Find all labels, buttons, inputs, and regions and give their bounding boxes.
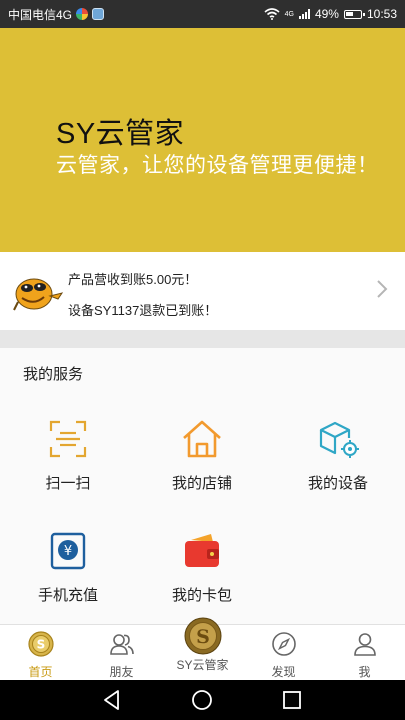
tab-sy[interactable]: S SY云管家: [162, 617, 243, 681]
service-label: 手机充值: [37, 587, 98, 604]
chevron-right-icon[interactable]: [375, 279, 389, 299]
tab-label: SY云管家: [176, 658, 229, 672]
service-label: 我的卡包: [171, 587, 232, 604]
services-section: 我的服务 扫一扫 我的店铺 我的设备 ¥ 手机充值 我的卡包: [0, 348, 405, 624]
clock: 10:53: [366, 7, 397, 21]
recents-icon[interactable]: [280, 688, 304, 712]
carrier-label: 中国电信4G: [8, 7, 73, 22]
bottom-tab-bar: S 首页 朋友 S SY云管家 发现 我: [0, 617, 405, 681]
network-type-label: 4G: [284, 11, 294, 18]
tab-label: 发现: [271, 665, 296, 679]
tab-me[interactable]: 我: [324, 625, 405, 681]
tab-discover[interactable]: 发现: [243, 625, 324, 681]
scan-icon: [49, 420, 87, 458]
tab-friends[interactable]: 朋友: [81, 625, 162, 681]
tab-home[interactable]: S 首页: [0, 625, 81, 681]
notice-line-income: 产品营收到账5.00元！: [68, 272, 198, 287]
services-title: 我的服务: [23, 366, 84, 383]
back-icon[interactable]: [100, 688, 124, 712]
home-coin-icon: S: [27, 631, 54, 657]
home-icon[interactable]: [190, 688, 214, 712]
person-icon: [353, 633, 376, 656]
section-divider: [0, 330, 405, 348]
service-device[interactable]: 我的设备: [278, 418, 398, 493]
notice-line-refund: 设备SY1137退款已到账！: [68, 303, 218, 318]
friends-icon: [109, 634, 134, 655]
app-notification-icon: [76, 8, 89, 20]
mascot-icon: [13, 278, 64, 311]
tab-label: 我: [358, 665, 371, 679]
service-label: 扫一扫: [45, 475, 91, 492]
svg-text:S: S: [196, 626, 210, 648]
sy-coin-icon: S: [184, 617, 221, 655]
gallery-notification-icon: [92, 8, 105, 20]
service-shop[interactable]: 我的店铺: [142, 418, 262, 493]
service-scan[interactable]: 扫一扫: [8, 418, 128, 493]
service-recharge[interactable]: ¥ 手机充值: [8, 530, 128, 605]
service-wallet[interactable]: 我的卡包: [142, 530, 262, 605]
shop-icon: [183, 420, 221, 458]
banner-subtitle: 云管家，让您的设备管理更便捷！: [56, 154, 379, 177]
banner-title: SY云管家: [56, 118, 185, 150]
hero-banner[interactable]: SY云管家 云管家，让您的设备管理更便捷！: [0, 28, 405, 252]
recharge-icon: ¥: [50, 532, 86, 570]
status-bar: 中国电信4G 4G 49% 10:53: [0, 0, 405, 28]
system-nav-bar: [0, 680, 405, 720]
tab-label: 首页: [28, 665, 53, 679]
compass-icon: [271, 632, 296, 656]
svg-text:¥: ¥: [64, 544, 72, 559]
service-label: 我的店铺: [171, 475, 232, 492]
wifi-icon: [264, 8, 280, 20]
battery-icon: [343, 9, 365, 19]
device-icon: [319, 421, 359, 458]
svg-text:S: S: [36, 638, 45, 652]
notice-bar[interactable]: 产品营收到账5.00元！ 设备SY1137退款已到账！: [0, 252, 405, 330]
signal-icon: [298, 9, 310, 19]
wallet-icon: [185, 534, 219, 567]
tab-label: 朋友: [109, 665, 134, 679]
battery-percent: 49%: [314, 7, 339, 21]
service-label: 我的设备: [307, 475, 368, 492]
